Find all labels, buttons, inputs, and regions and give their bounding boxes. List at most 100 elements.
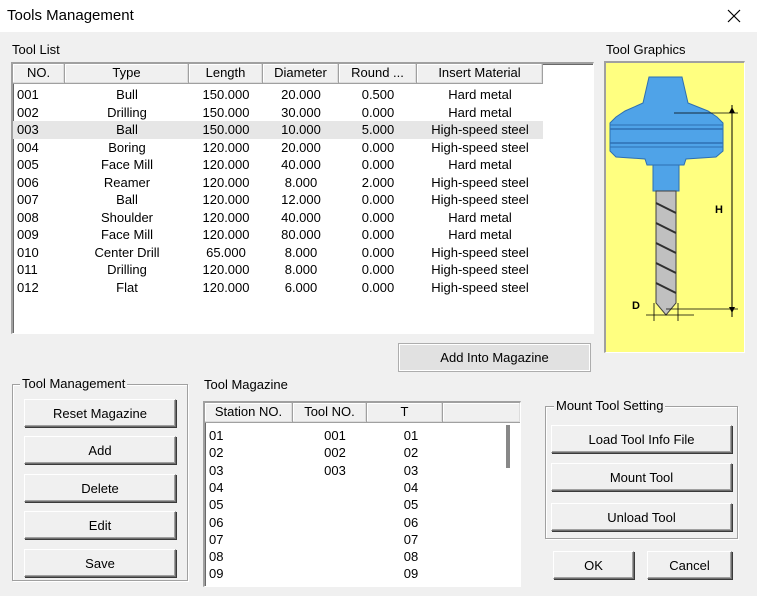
- tool-cell-no: 009: [17, 227, 39, 242]
- tool-cell-material: High-speed steel: [431, 122, 529, 137]
- magazine-cell-station: 08: [209, 549, 224, 565]
- tool-cell-type: Boring: [108, 139, 146, 155]
- tool-list-row[interactable]: 004 Boring 120.000 20.000 0.000 High-speed st…: [13, 139, 543, 157]
- tool-list-row[interactable]: 005 Face Mill 120.000 40.000 0.000 Hard metal: [13, 156, 543, 174]
- tool-cell-length: 120.000: [202, 227, 250, 242]
- column-header-length[interactable]: Length: [189, 64, 263, 84]
- tool-cell-round: 0.000: [361, 279, 395, 295]
- tool-cell-round: 0.000: [361, 104, 395, 120]
- add-button[interactable]: Add: [24, 436, 176, 464]
- tool-cell-material: Hard metal: [448, 209, 512, 225]
- magazine-row[interactable]: 05 05: [205, 496, 505, 513]
- add-into-magazine-button[interactable]: Add Into Magazine: [398, 343, 591, 372]
- column-header-round[interactable]: Round ...: [339, 64, 417, 84]
- column-header-tool-no[interactable]: Tool NO.: [293, 403, 367, 423]
- tool-cell-material: Hard metal: [448, 227, 512, 242]
- tool-cell-diameter: 8.000: [284, 244, 318, 260]
- tool-list-row[interactable]: 008 Shoulder 120.000 40.000 0.000 Hard metal: [13, 209, 543, 227]
- tool-cell-type: Ball: [116, 192, 138, 207]
- tool-cell-type: Drilling: [107, 262, 147, 277]
- tool-management-label: Tool Management: [20, 376, 128, 391]
- tool-cell-no: 012: [17, 279, 39, 295]
- tool-cell-round: 5.000: [361, 122, 395, 137]
- magazine-cell-t: 08: [403, 549, 419, 565]
- tool-cell-no: 006: [17, 174, 39, 190]
- column-header-empty: [443, 403, 520, 423]
- tool-cell-no: 003: [17, 122, 39, 137]
- column-header-diameter[interactable]: Diameter: [263, 64, 339, 84]
- tool-cell-diameter: 12.000: [281, 192, 321, 207]
- magazine-cell-t: 05: [403, 497, 419, 513]
- edit-button[interactable]: Edit: [24, 511, 176, 539]
- tool-cell-length: 150.000: [202, 122, 250, 137]
- tool-cell-no: 007: [17, 192, 39, 207]
- column-header-no[interactable]: NO.: [13, 64, 65, 84]
- tool-list-row[interactable]: 012 Flat 120.000 6.000 0.000 High-speed steel: [13, 279, 543, 297]
- close-button[interactable]: [711, 0, 757, 32]
- tool-list-row[interactable]: 010 Center Drill 65.000 8.000 0.000 High-spee…: [13, 244, 543, 262]
- tool-diagram: H D: [609, 76, 738, 321]
- tool-cell-type: Shoulder: [100, 209, 154, 225]
- magazine-cell-tool: 001: [324, 428, 346, 443]
- column-header-type[interactable]: Type: [65, 64, 189, 84]
- tool-magazine-list[interactable]: Station NO. Tool NO. T 01 001 01 02 002 02 03 0…: [203, 401, 521, 587]
- magazine-row[interactable]: 09 09: [205, 565, 505, 582]
- tool-cell-length: 120.000: [202, 174, 250, 190]
- tool-cell-round: 0.500: [361, 87, 395, 102]
- magazine-cell-tool: 003: [324, 462, 346, 478]
- tool-cell-round: 0.000: [361, 209, 395, 225]
- tool-cell-type: Ball: [116, 122, 138, 137]
- magazine-row[interactable]: 02 002 02: [205, 444, 505, 461]
- mount-tool-button[interactable]: Mount Tool: [551, 463, 732, 491]
- tool-list-row[interactable]: 001 Bull 150.000 20.000 0.500 Hard metal: [13, 86, 543, 104]
- cancel-button[interactable]: Cancel: [647, 551, 732, 579]
- tool-list-row[interactable]: 009 Face Mill 120.000 80.000 0.000 Hard metal: [13, 226, 543, 244]
- delete-button[interactable]: Delete: [24, 474, 176, 502]
- tool-cell-length: 120.000: [202, 157, 250, 172]
- tool-cell-length: 120.000: [202, 279, 250, 295]
- tool-list-row[interactable]: 003 Ball 150.000 10.000 5.000 High-speed stee…: [13, 121, 543, 139]
- magazine-scrollbar-thumb[interactable]: [506, 425, 510, 468]
- column-header-t[interactable]: T: [367, 403, 443, 423]
- tool-list-row[interactable]: 011 Drilling 120.000 8.000 0.000 High-speed s…: [13, 261, 543, 279]
- tool-list-header: NO. Type Length Diameter Round ... Inser…: [13, 64, 543, 84]
- magazine-row[interactable]: 07 07: [205, 531, 505, 548]
- magazine-cell-t: 02: [403, 445, 419, 461]
- tool-list[interactable]: NO. Type Length Diameter Round ... Inser…: [11, 62, 594, 334]
- magazine-cell-t: 07: [403, 531, 419, 547]
- tool-cell-diameter: 6.000: [284, 279, 318, 295]
- save-button[interactable]: Save: [24, 549, 176, 577]
- ok-button[interactable]: OK: [553, 551, 634, 579]
- load-tool-info-file-button[interactable]: Load Tool Info File: [551, 425, 732, 453]
- magazine-cell-station: 05: [209, 497, 224, 513]
- tool-cell-diameter: 20.000: [281, 139, 321, 155]
- tool-cell-material: Hard metal: [448, 87, 512, 102]
- tool-cell-length: 150.000: [202, 104, 250, 120]
- tool-list-row[interactable]: 007 Ball 120.000 12.000 0.000 High-speed stee…: [13, 191, 543, 209]
- tool-cell-diameter: 8.000: [284, 262, 318, 277]
- magazine-row[interactable]: 03 003 03: [205, 462, 505, 479]
- tool-cell-round: 0.000: [361, 262, 395, 277]
- tool-cell-length: 150.000: [202, 87, 250, 102]
- magazine-row[interactable]: 06 06: [205, 514, 505, 531]
- tool-cell-diameter: 8.000: [284, 174, 318, 190]
- magazine-row[interactable]: 08 08: [205, 548, 505, 565]
- tool-cell-type: Face Mill: [100, 227, 153, 242]
- magazine-row[interactable]: 04 04: [205, 479, 505, 496]
- tool-cell-length: 120.000: [202, 139, 250, 155]
- tool-cell-material: High-speed steel: [431, 139, 529, 155]
- tool-cell-diameter: 30.000: [281, 104, 321, 120]
- tool-cell-round: 0.000: [361, 192, 395, 207]
- tool-list-row[interactable]: 006 Reamer 120.000 8.000 2.000 High-speed ste…: [13, 174, 543, 192]
- magazine-row[interactable]: 01 001 01: [205, 427, 505, 444]
- tool-list-row[interactable]: 002 Drilling 150.000 30.000 0.000 Hard metal: [13, 104, 543, 122]
- tool-cell-no: 004: [17, 139, 39, 155]
- unload-tool-button[interactable]: Unload Tool: [551, 503, 732, 531]
- tool-cell-material: Hard metal: [448, 104, 512, 120]
- tool-cell-material: High-speed steel: [431, 192, 529, 207]
- tool-cell-length: 120.000: [202, 262, 250, 277]
- column-header-station-no[interactable]: Station NO.: [205, 403, 293, 423]
- column-header-insert-material[interactable]: Insert Material: [417, 64, 543, 84]
- tool-cell-no: 011: [17, 262, 38, 277]
- reset-magazine-button[interactable]: Reset Magazine: [24, 399, 176, 427]
